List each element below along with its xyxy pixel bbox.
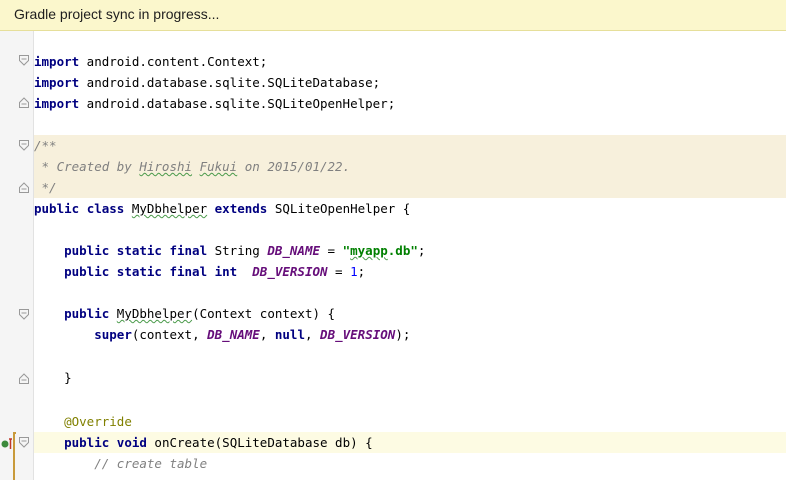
method-bracket bbox=[13, 432, 16, 480]
code-line: public MyDbhelper(Context context) { bbox=[64, 306, 336, 321]
doc-comment-line: * Created by Hiroshi Fukui on 2015/01/22… bbox=[34, 156, 786, 177]
code-line: public static final String DB_NAME = "my… bbox=[64, 243, 426, 258]
banner-text: Gradle project sync in progress... bbox=[14, 6, 220, 22]
fold-close-icon[interactable] bbox=[19, 97, 29, 108]
code-line: public class MyDbhelper extends SQLiteOp… bbox=[34, 201, 411, 216]
code-editor[interactable]: import android.content.Context; import a… bbox=[34, 31, 786, 480]
code-line: // create table bbox=[94, 456, 208, 471]
gradle-sync-banner: Gradle project sync in progress... bbox=[0, 0, 786, 31]
code-line: public static final int DB_VERSION = 1; bbox=[64, 264, 366, 279]
override-marker-icon[interactable] bbox=[1, 436, 13, 450]
fold-open-icon[interactable] bbox=[19, 55, 29, 66]
fold-open-icon[interactable] bbox=[19, 140, 29, 151]
fold-open-icon[interactable] bbox=[19, 309, 29, 320]
doc-comment-line: /** bbox=[34, 135, 786, 156]
doc-comment-line: */ bbox=[34, 177, 786, 198]
current-code-line: public void onCreate(SQLiteDatabase db) … bbox=[34, 432, 786, 453]
code-line: super(context, DB_NAME, null, DB_VERSION… bbox=[94, 327, 411, 342]
fold-close-icon[interactable] bbox=[19, 182, 29, 193]
code-line: import android.database.sqlite.SQLiteOpe… bbox=[34, 96, 396, 111]
code-line: import android.database.sqlite.SQLiteDat… bbox=[34, 75, 381, 90]
code-line: @Override bbox=[64, 414, 132, 429]
fold-open-icon[interactable] bbox=[19, 437, 29, 448]
code-line: } bbox=[64, 370, 72, 385]
fold-close-icon[interactable] bbox=[19, 373, 29, 384]
code-line: import android.content.Context; bbox=[34, 54, 268, 69]
